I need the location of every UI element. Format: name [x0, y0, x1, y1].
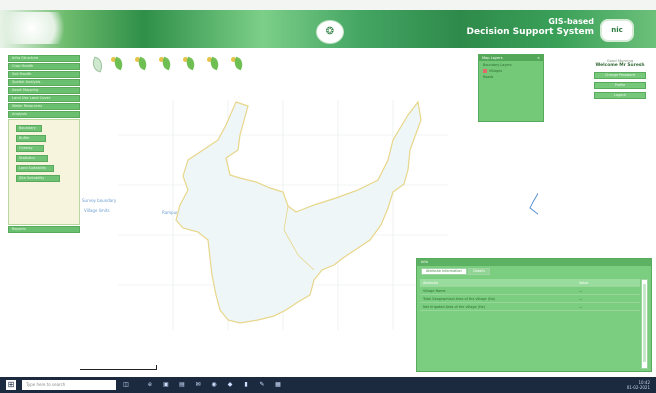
map-label-center: Rampur	[162, 210, 178, 215]
leaf-icon[interactable]	[88, 55, 105, 73]
profile-button[interactable]: Profile	[594, 82, 646, 89]
table-cell: Village Name	[420, 286, 576, 295]
map-label-left2: Village limits	[84, 208, 110, 213]
tab-attribute-info[interactable]: Attribute Information	[421, 268, 467, 275]
sidebar-item[interactable]: Reports	[8, 226, 80, 233]
change-password-button[interactable]: Change Password	[594, 72, 646, 79]
submenu-item[interactable]: Site Suitability	[16, 175, 60, 182]
edge-browser-icon[interactable]: e	[146, 381, 154, 389]
scrollbar-thumb[interactable]	[643, 284, 646, 362]
sidebar-item[interactable]: Water Resources	[8, 103, 80, 110]
map-scale-bar	[80, 363, 160, 373]
sidebar-item[interactable]: Spatial Analysis	[8, 79, 80, 86]
app-icon[interactable]: ▦	[274, 381, 282, 389]
legend-title: Map Layers	[482, 56, 503, 60]
table-cell: —	[576, 286, 640, 295]
table-row: Net Irrigated Area of the village (Ha) —	[420, 302, 640, 311]
table-cell: —	[576, 294, 640, 303]
logout-button[interactable]: Logout	[594, 92, 646, 99]
os-taskbar: ⊞ Type here to search ◫ e ▣ ▤ ✉ ◉ ◆ ▮ ✎ …	[0, 377, 656, 393]
chrome-browser-icon[interactable]: ◉	[210, 381, 218, 389]
leaf-icon[interactable]	[182, 55, 198, 71]
mail-icon[interactable]: ✉	[194, 381, 202, 389]
layer-legend-panel: Map Layers × Boundary Layers Villages Ro…	[478, 54, 544, 122]
sidebar-item[interactable]: Asset Mapping	[8, 87, 80, 94]
submenu-item[interactable]: Boundary	[16, 125, 42, 132]
table-cell: —	[576, 302, 640, 311]
submenu-item[interactable]: Overlay	[16, 145, 44, 152]
banner-title-line2: Decision Support System	[466, 27, 594, 37]
user-name: Welcome Mr Suresh	[595, 63, 645, 68]
sidebar-menu: Infra Structure Crop Health Soil Health …	[8, 55, 80, 234]
sidebar-item[interactable]: Infra Structure	[8, 55, 80, 62]
store-icon[interactable]: ▤	[178, 381, 186, 389]
clock-date: 01-02-2021	[626, 385, 650, 390]
close-icon[interactable]: ×	[537, 55, 540, 61]
file-icon[interactable]: ▮	[242, 381, 250, 389]
submenu-item[interactable]: Land Suitability	[16, 165, 54, 172]
app-logo	[4, 12, 74, 44]
sidebar-group-active[interactable]: Analysis	[8, 111, 80, 118]
emblem-icon: ❂	[316, 20, 344, 44]
column-header: Value	[576, 279, 640, 287]
nic-logo: nic	[600, 19, 634, 42]
table-cell: Total Geographical Area of the village (…	[420, 294, 576, 303]
banner-title: GIS-based Decision Support System	[394, 17, 594, 37]
scale-tick	[156, 365, 157, 370]
map-label-left: Survey boundary	[82, 198, 117, 203]
leaf-icon[interactable]	[230, 55, 246, 71]
attribute-panel-header: Info	[417, 259, 651, 266]
table-header-row: Attribute Value	[420, 279, 640, 287]
windows-start-icon[interactable]: ⊞	[6, 380, 16, 390]
cursor-mark-icon	[529, 192, 538, 215]
leaf-icon[interactable]	[158, 55, 174, 71]
scale-line	[80, 369, 156, 370]
task-view-icon[interactable]: ◫	[122, 381, 130, 389]
app-icon[interactable]: ◆	[226, 381, 234, 389]
legend-row-label: Villages	[489, 69, 503, 73]
legend-swatch	[483, 69, 487, 73]
folder-icon[interactable]: ▣	[162, 381, 170, 389]
submenu-item[interactable]: Statistics	[16, 155, 48, 162]
legend-header: Map Layers ×	[479, 55, 543, 61]
column-header: Attribute	[420, 279, 576, 287]
app-icon[interactable]: ✎	[258, 381, 266, 389]
table-row: Total Geographical Area of the village (…	[420, 294, 640, 303]
attribute-tabs: Attribute Information Details	[417, 266, 651, 275]
table-cell: Net Irrigated Area of the village (Ha)	[420, 302, 576, 311]
legend-row: Roads	[483, 75, 494, 79]
attribute-scrollbar[interactable]	[641, 279, 648, 369]
sidebar-item[interactable]: Crop Health	[8, 63, 80, 70]
banner-title-line1: GIS-based	[548, 17, 594, 26]
sidebar-item[interactable]: Land Use Land Cover	[8, 95, 80, 102]
submenu-item[interactable]: Buffer	[16, 135, 46, 142]
leaf-icon[interactable]	[206, 55, 222, 71]
leaf-icon[interactable]	[134, 55, 150, 71]
user-panel: Good Morning Welcome Mr Suresh Change Pa…	[592, 58, 648, 102]
leaf-icon[interactable]	[110, 55, 126, 71]
table-row: Village Name —	[420, 286, 640, 295]
tab-details[interactable]: Details	[468, 268, 491, 275]
attribute-table: Attribute Value Village Name — Total Geo…	[420, 279, 640, 311]
attribute-panel: Info Attribute Information Details Attri…	[416, 258, 652, 372]
sidebar-item[interactable]: Soil Health	[8, 71, 80, 78]
taskbar-search-input[interactable]: Type here to search	[22, 380, 116, 390]
sidebar-submenu: Boundary Buffer Overlay Statistics Land …	[8, 119, 80, 225]
taskbar-clock[interactable]: 10:42 01-02-2021	[627, 380, 650, 390]
